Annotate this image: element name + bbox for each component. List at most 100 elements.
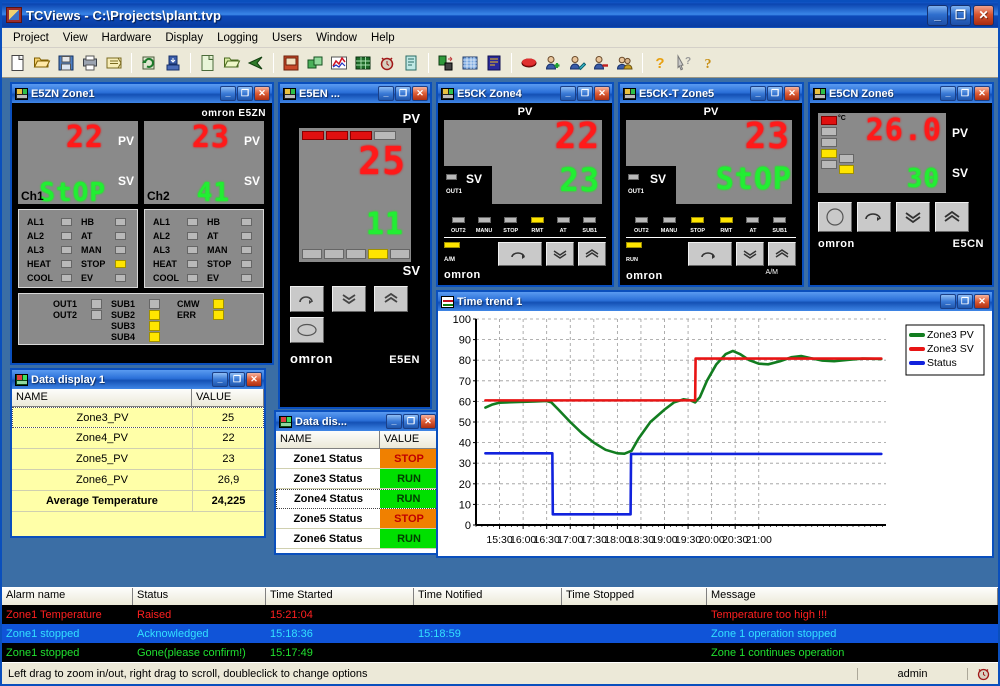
copy-objects-icon[interactable]: [304, 52, 326, 74]
table-row[interactable]: Zone1 Status STOP: [276, 449, 438, 469]
alarm-col-started[interactable]: Time Started: [266, 588, 414, 605]
add-user-icon[interactable]: [542, 52, 564, 74]
users-icon[interactable]: [614, 52, 636, 74]
menu-item-project[interactable]: Project: [6, 30, 56, 46]
table-row[interactable]: Zone5 Status STOP: [276, 509, 438, 529]
dd1-maximize-button[interactable]: ❐: [229, 372, 245, 387]
table-row[interactable]: Zone4 Status RUN: [276, 489, 438, 509]
e5en-mode-key[interactable]: [290, 286, 324, 312]
e5ck-mode-key[interactable]: [498, 242, 542, 266]
e5cn-mode-key[interactable]: [857, 202, 891, 232]
table-row[interactable]: Zone6_PV 26,9: [12, 470, 264, 491]
e5zn-close-button[interactable]: ✕: [254, 86, 270, 101]
menu-item-view[interactable]: View: [56, 30, 95, 46]
e5en-close-button[interactable]: ✕: [412, 86, 428, 101]
table-row[interactable]: Average Temperature 24,225: [12, 491, 264, 512]
table-row[interactable]: Zone6 Status RUN: [276, 529, 438, 549]
trend-minimize-button[interactable]: _: [940, 294, 956, 309]
dd1-col-name[interactable]: NAME: [12, 389, 192, 406]
e5cn-maximize-button[interactable]: ❐: [957, 86, 973, 101]
minimize-button[interactable]: _: [927, 5, 948, 26]
e5cn-close-button[interactable]: ✕: [974, 86, 990, 101]
e5ck-down-key[interactable]: [546, 242, 574, 266]
window-e5ck-zone4[interactable]: E5CK Zone4 _ ❐ ✕ PV 22 23: [436, 82, 614, 287]
e5ckt-up-key[interactable]: [768, 242, 796, 266]
alarm-clock-icon[interactable]: [376, 52, 398, 74]
e5ckt-mode-key[interactable]: [688, 242, 732, 266]
e5en-maximize-button[interactable]: ❐: [395, 86, 411, 101]
window-e5en[interactable]: E5EN ... _ ❐ ✕ PV: [278, 82, 432, 409]
dd1-minimize-button[interactable]: _: [212, 372, 228, 387]
print-icon[interactable]: [103, 52, 125, 74]
e5ck-maximize-button[interactable]: ❐: [577, 86, 593, 101]
alarm-grid[interactable]: Alarm name Status Time Started Time Noti…: [2, 587, 998, 662]
alarm-clock-icon[interactable]: [968, 666, 998, 681]
e5ckt-maximize-button[interactable]: ❐: [767, 86, 783, 101]
stop-icon[interactable]: [518, 52, 540, 74]
dd2-maximize-button[interactable]: ❐: [403, 414, 419, 429]
window-data-display-1[interactable]: Data display 1 _ ❐ ✕ NAME VALUE Zone3_PV…: [10, 368, 266, 538]
alarm-col-name[interactable]: Alarm name: [2, 588, 133, 605]
menu-item-window[interactable]: Window: [309, 30, 364, 46]
edit-user-icon[interactable]: [566, 52, 588, 74]
report-icon[interactable]: [483, 52, 505, 74]
e5zn-maximize-button[interactable]: ❐: [237, 86, 253, 101]
screen-icon[interactable]: [280, 52, 302, 74]
trend-maximize-button[interactable]: ❐: [957, 294, 973, 309]
menu-item-logging[interactable]: Logging: [210, 30, 265, 46]
send-icon[interactable]: [245, 52, 267, 74]
refresh-icon[interactable]: [138, 52, 160, 74]
e5cn-level-key[interactable]: [818, 202, 852, 232]
table-row[interactable]: Zone5_PV 23: [12, 449, 264, 470]
alarm-row[interactable]: Zone1 stopped Gone(please confirm!) 15:1…: [2, 643, 998, 662]
connect-icon[interactable]: [435, 52, 457, 74]
menu-item-help[interactable]: Help: [364, 30, 402, 46]
e5zn-minimize-button[interactable]: _: [220, 86, 236, 101]
alarm-col-status[interactable]: Status: [133, 588, 266, 605]
e5en-down-key[interactable]: [332, 286, 366, 312]
download-icon[interactable]: [162, 52, 184, 74]
table-row[interactable]: Zone4_PV 22: [12, 428, 264, 449]
e5cn-minimize-button[interactable]: _: [940, 86, 956, 101]
e5ckt-down-key[interactable]: [736, 242, 764, 266]
window-data-display-2[interactable]: Data dis... _ ❐ ✕ NAME VALUE Zone1 Statu…: [274, 410, 440, 555]
open-page-icon[interactable]: [221, 52, 243, 74]
e5ck-close-button[interactable]: ✕: [594, 86, 610, 101]
save-icon[interactable]: [55, 52, 77, 74]
e5ck-up-key[interactable]: [578, 242, 606, 266]
e5ck-minimize-button[interactable]: _: [560, 86, 576, 101]
e5en-up-key[interactable]: [374, 286, 408, 312]
print-preview-icon[interactable]: [79, 52, 101, 74]
menu-item-display[interactable]: Display: [158, 30, 210, 46]
open-icon[interactable]: [31, 52, 53, 74]
menu-item-users[interactable]: Users: [265, 30, 309, 46]
trend-chart[interactable]: 010203040506070809010015:3016:0016:3017:…: [438, 311, 992, 556]
window-time-trend-1[interactable]: Time trend 1 _ ❐ ✕ 010203040506070809010…: [436, 290, 994, 558]
new-icon[interactable]: [7, 52, 29, 74]
e5cn-up-key[interactable]: [935, 202, 969, 232]
maximize-button[interactable]: ❐: [950, 5, 971, 26]
alarm-col-message[interactable]: Message: [707, 588, 998, 605]
dd1-close-button[interactable]: ✕: [246, 372, 262, 387]
window-e5zn-zone1[interactable]: E5ZN Zone1 _ ❐ ✕ omron E5ZN 22 PV StOP: [10, 82, 274, 365]
data-grid-icon[interactable]: [352, 52, 374, 74]
window-e5cn-zone6[interactable]: E5CN Zone6 _ ❐ ✕: [808, 82, 994, 287]
chart-canvas[interactable]: 010203040506070809010015:3016:0016:3017:…: [438, 311, 992, 556]
context-help-icon[interactable]: ?: [673, 52, 695, 74]
e5en-minimize-button[interactable]: _: [378, 86, 394, 101]
alarm-row[interactable]: Zone1 stopped Acknowledged 15:18:36 15:1…: [2, 624, 998, 643]
dd2-close-button[interactable]: ✕: [420, 414, 436, 429]
dd2-minimize-button[interactable]: _: [386, 414, 402, 429]
window-e5ckt-zone5[interactable]: E5CK-T Zone5 _ ❐ ✕ PV 23 StOP: [618, 82, 804, 287]
trend-close-button[interactable]: ✕: [974, 294, 990, 309]
e5ckt-minimize-button[interactable]: _: [750, 86, 766, 101]
help-icon[interactable]: ?: [649, 52, 671, 74]
dd1-col-value[interactable]: VALUE: [192, 389, 264, 406]
alarm-col-notified[interactable]: Time Notified: [414, 588, 562, 605]
e5cn-down-key[interactable]: [896, 202, 930, 232]
dd2-col-name[interactable]: NAME: [276, 431, 380, 448]
e5ckt-close-button[interactable]: ✕: [784, 86, 800, 101]
new-page-icon[interactable]: [197, 52, 219, 74]
about-icon[interactable]: ?: [697, 52, 719, 74]
trend-icon[interactable]: [328, 52, 350, 74]
